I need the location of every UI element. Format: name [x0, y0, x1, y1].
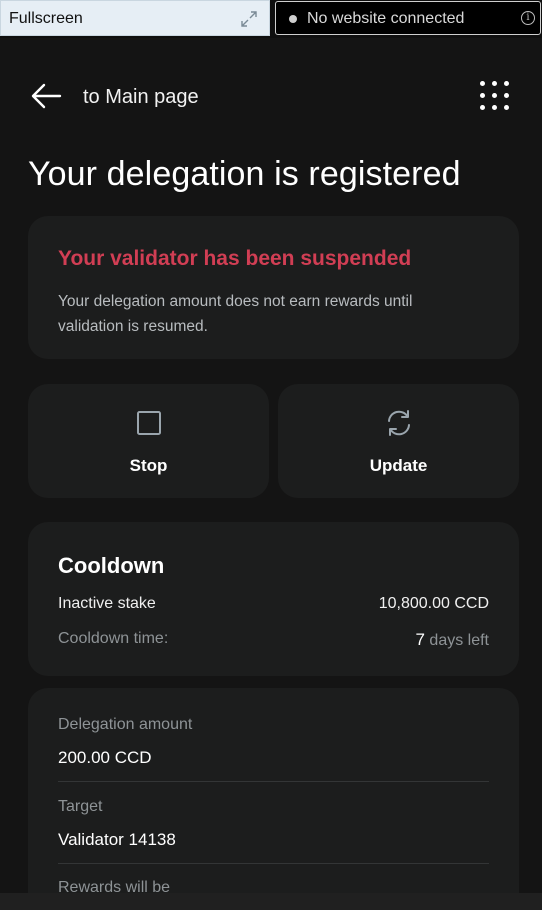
cooldown-time-label: Cooldown time: — [58, 630, 169, 647]
status-dot — [289, 15, 297, 23]
stop-button[interactable]: Stop — [28, 384, 269, 498]
target-value: Validator 14138 — [58, 830, 176, 849]
cooldown-days-number: 7 — [415, 630, 425, 649]
delegation-amount-value: 200.00 CCD — [58, 748, 152, 767]
update-button[interactable]: Update — [278, 384, 519, 498]
update-button-label: Update — [369, 456, 428, 475]
divider — [58, 863, 489, 864]
refresh-icon — [387, 410, 410, 436]
delegation-amount-label: Delegation amount — [58, 716, 193, 733]
fullscreen-label: Fullscreen — [9, 10, 83, 27]
info-icon[interactable]: i — [521, 11, 535, 25]
target-label: Target — [58, 798, 103, 815]
delegation-details-card: Delegation amount 200.00 CCD Target Vali… — [28, 688, 519, 910]
back-link[interactable]: to Main page — [83, 86, 199, 109]
fullscreen-tab[interactable]: Fullscreen — [0, 0, 270, 36]
suspension-alert: Your validator has been suspended Your d… — [28, 216, 519, 359]
cooldown-card: Cooldown Inactive stake 10,800.00 CCD Co… — [28, 522, 519, 676]
connection-label: No website connected — [307, 10, 465, 27]
page-title: Your delegation is registered — [28, 155, 461, 193]
connection-status[interactable]: No website connected i — [275, 1, 541, 35]
cooldown-days-suffix: days left — [424, 632, 489, 649]
browser-bar: Fullscreen No website connected i — [0, 0, 542, 38]
arrow-left-icon[interactable] — [30, 82, 62, 110]
alert-title: Your validator has been suspended — [58, 247, 412, 270]
inactive-stake-value: 10,800.00 CCD — [378, 595, 489, 612]
square-icon — [136, 411, 161, 435]
grid-menu-icon[interactable] — [478, 79, 512, 113]
cooldown-time-value: 7 days left — [416, 630, 490, 650]
cooldown-title: Cooldown — [58, 553, 165, 578]
inactive-stake-label: Inactive stake — [58, 595, 156, 612]
alert-message: Your delegation amount does not earn rew… — [58, 293, 413, 335]
bottom-bar — [0, 893, 542, 910]
expand-icon[interactable] — [239, 9, 259, 29]
stop-button-label: Stop — [129, 456, 168, 475]
divider — [58, 781, 489, 782]
